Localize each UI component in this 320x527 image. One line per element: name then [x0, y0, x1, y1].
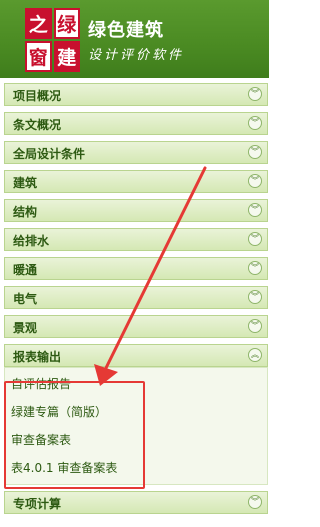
- annotation-arrow-icon: [94, 166, 207, 386]
